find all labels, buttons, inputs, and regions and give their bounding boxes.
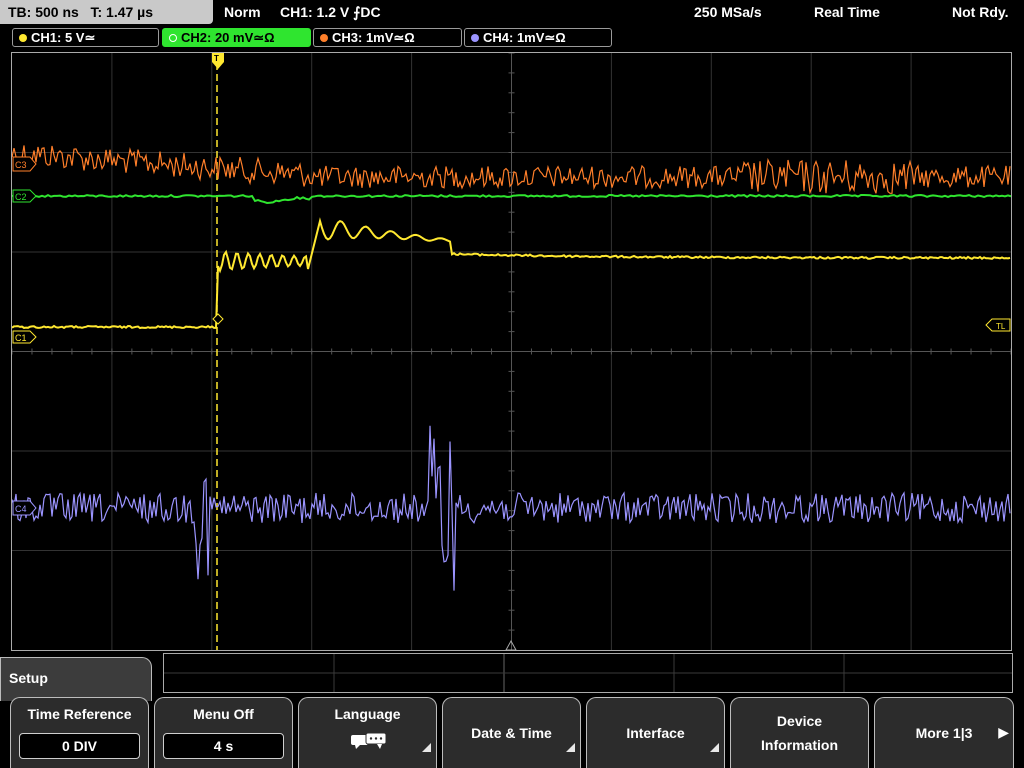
submenu-indicator-icon (422, 743, 431, 752)
trigger-level-marker[interactable]: TL (985, 318, 1011, 332)
trigger-time-value: T: 1.47 µs (90, 4, 154, 20)
ch4-color-dot (471, 34, 479, 42)
date-time-softkey[interactable]: Date & Time (442, 697, 581, 768)
device-information-label-line1: Device (776, 713, 823, 729)
ch2-marker-text: C2 (15, 192, 27, 202)
language-softkey[interactable]: Language (298, 697, 437, 768)
language-label: Language (334, 706, 401, 722)
date-time-label: Date & Time (471, 725, 552, 741)
ch4-marker-text: C4 (15, 504, 27, 514)
ch3-marker-text: C3 (15, 160, 27, 170)
acquisition-mode: Real Time (814, 4, 880, 20)
menu-off-label: Menu Off (193, 706, 254, 722)
device-information-label-line2: Information (761, 737, 838, 753)
ch2-ground-marker[interactable]: C2 (12, 189, 37, 203)
run-status: Not Rdy. (952, 4, 1009, 20)
ch1-marker-text: C1 (15, 333, 27, 343)
tab-ch3[interactable]: CH3: 1mV≃Ω (313, 28, 462, 47)
trigger-level-text: TL (996, 322, 1006, 331)
time-reference-value: 0 DIV (19, 733, 140, 759)
overview-grid (164, 654, 1012, 692)
tab-ch4[interactable]: CH4: 1mV≃Ω (464, 28, 612, 47)
submenu-indicator-icon (566, 743, 575, 752)
waveform-canvas: T C3 C2 C1 C4 TL (12, 53, 1011, 650)
ch3-label: CH3: 1mV≃Ω (332, 30, 415, 45)
timebase-value: TB: 500 ns (8, 4, 79, 20)
menu-title-setup: Setup (0, 657, 152, 701)
ch2-label: CH2: 20 mV≃Ω (181, 30, 275, 45)
menu-off-value: 4 s (163, 733, 284, 759)
ch1-color-dot (19, 34, 27, 42)
menu-off-softkey[interactable]: Menu Off 4 s (154, 697, 293, 768)
speech-bubbles-icon (351, 732, 387, 749)
more-softkey[interactable]: More 1|3 ▶ (874, 697, 1014, 768)
tab-ch2[interactable]: CH2: 20 mV≃Ω (162, 28, 311, 47)
trigger-marker-label: T (214, 54, 219, 63)
ch1-label: CH1: 5 V≃ (31, 30, 96, 45)
interface-label: Interface (626, 725, 685, 741)
time-reference-label: Time Reference (27, 706, 132, 722)
ch2-color-dot (169, 34, 177, 42)
submenu-indicator-icon (710, 743, 719, 752)
trigger-mode[interactable]: Norm (224, 0, 261, 24)
zoom-overview-area (163, 653, 1013, 693)
time-reference-softkey[interactable]: Time Reference 0 DIV (10, 697, 149, 768)
ch4-label: CH4: 1mV≃Ω (483, 30, 566, 45)
next-page-arrow-icon: ▶ (998, 724, 1009, 740)
status-bar: TB: 500 ns T: 1.47 µs Norm CH1: 1.2 V ⨍D… (0, 0, 1024, 24)
waveform-display[interactable]: T C3 C2 C1 C4 TL (11, 52, 1012, 651)
sample-rate: 250 MSa/s (694, 4, 762, 20)
tab-ch1[interactable]: CH1: 5 V≃ (12, 28, 159, 47)
timebase-display[interactable]: TB: 500 ns T: 1.47 µs (0, 0, 213, 24)
ch1-ground-marker[interactable]: C1 (12, 330, 37, 344)
more-label: More 1|3 (915, 725, 973, 741)
trigger-position-marker[interactable]: T (212, 53, 224, 69)
device-information-softkey[interactable]: Device Information (730, 697, 869, 768)
trigger-source[interactable]: CH1: 1.2 V ⨍DC (280, 0, 381, 24)
ch3-color-dot (320, 34, 328, 42)
graticule (12, 53, 1011, 650)
interface-softkey[interactable]: Interface (586, 697, 725, 768)
trigger-point-diamond (212, 313, 224, 325)
